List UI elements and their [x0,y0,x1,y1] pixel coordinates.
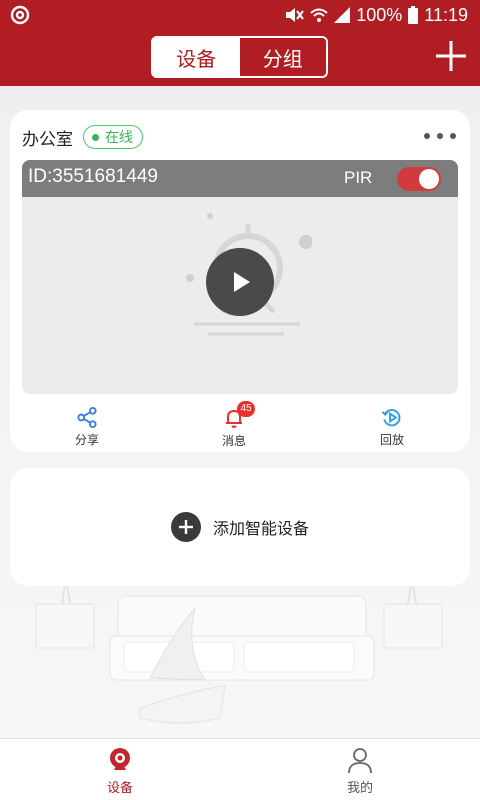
background-living-room-illustration [35,577,443,724]
more-dot-icon [450,133,456,139]
tab-devices[interactable]: 设备 [153,38,240,76]
share-icon [77,406,97,429]
plus-icon [178,520,193,534]
app-logo-icon [10,5,30,25]
playback-button[interactable]: 回放 [352,400,432,448]
play-icon [234,272,250,292]
nav-devices[interactable]: 设备 [60,739,180,800]
more-options-button[interactable] [424,128,456,144]
preview-toolbar: ID:3551681449 PIR [22,160,458,197]
add-button[interactable] [432,36,470,76]
clock: 11:19 [424,4,468,25]
battery-percent: 100% [356,4,403,25]
wifi-icon [310,8,328,22]
more-dot-icon [437,133,443,139]
signal-icon [334,7,351,23]
status-label: 在线 [105,130,133,146]
messages-label: 消息 [221,434,246,448]
device-list[interactable]: 办公室 在线 ID:3551681449 PIR 分享 45 消息 回放 添加智… [0,86,480,738]
status-bar: 100% 11:19 [0,0,480,30]
toggle-knob [419,169,439,189]
mute-vibrate-icon [286,8,305,22]
view-switcher: 设备 分组 [151,36,328,78]
user-icon [348,748,372,774]
messages-button[interactable]: 45 消息 [194,400,274,448]
bottom-nav: 设备 我的 [0,738,480,800]
add-device-card[interactable]: 添加智能设备 [10,468,470,586]
device-name: 办公室 [22,129,73,150]
status-badge: 在线 [83,125,143,149]
more-dot-icon [424,133,430,139]
nav-mine[interactable]: 我的 [300,739,420,800]
camera-icon [110,748,130,770]
share-label: 分享 [74,433,99,447]
nav-mine-label: 我的 [346,781,373,796]
device-actions: 分享 45 消息 回放 [10,400,470,448]
playback-label: 回放 [379,433,404,447]
message-count-badge: 45 [237,401,255,417]
pir-label: PIR [344,168,373,187]
video-preview[interactable]: ID:3551681449 PIR [22,160,458,394]
battery-icon [408,6,419,24]
app-header: 设备 分组 [0,30,480,86]
online-dot-icon [92,133,99,141]
playback-icon [381,409,401,427]
device-card: 办公室 在线 ID:3551681449 PIR 分享 45 消息 回放 [10,110,470,452]
device-id: ID:3551681449 [28,166,158,187]
tab-groups[interactable]: 分组 [239,38,326,76]
share-button[interactable]: 分享 [47,400,127,448]
plus-icon [436,41,466,71]
add-device-label: 添加智能设备 [212,519,309,538]
pir-toggle[interactable] [397,167,441,191]
play-button[interactable] [206,248,274,316]
nav-devices-label: 设备 [106,781,133,796]
add-circle-icon [170,512,201,542]
